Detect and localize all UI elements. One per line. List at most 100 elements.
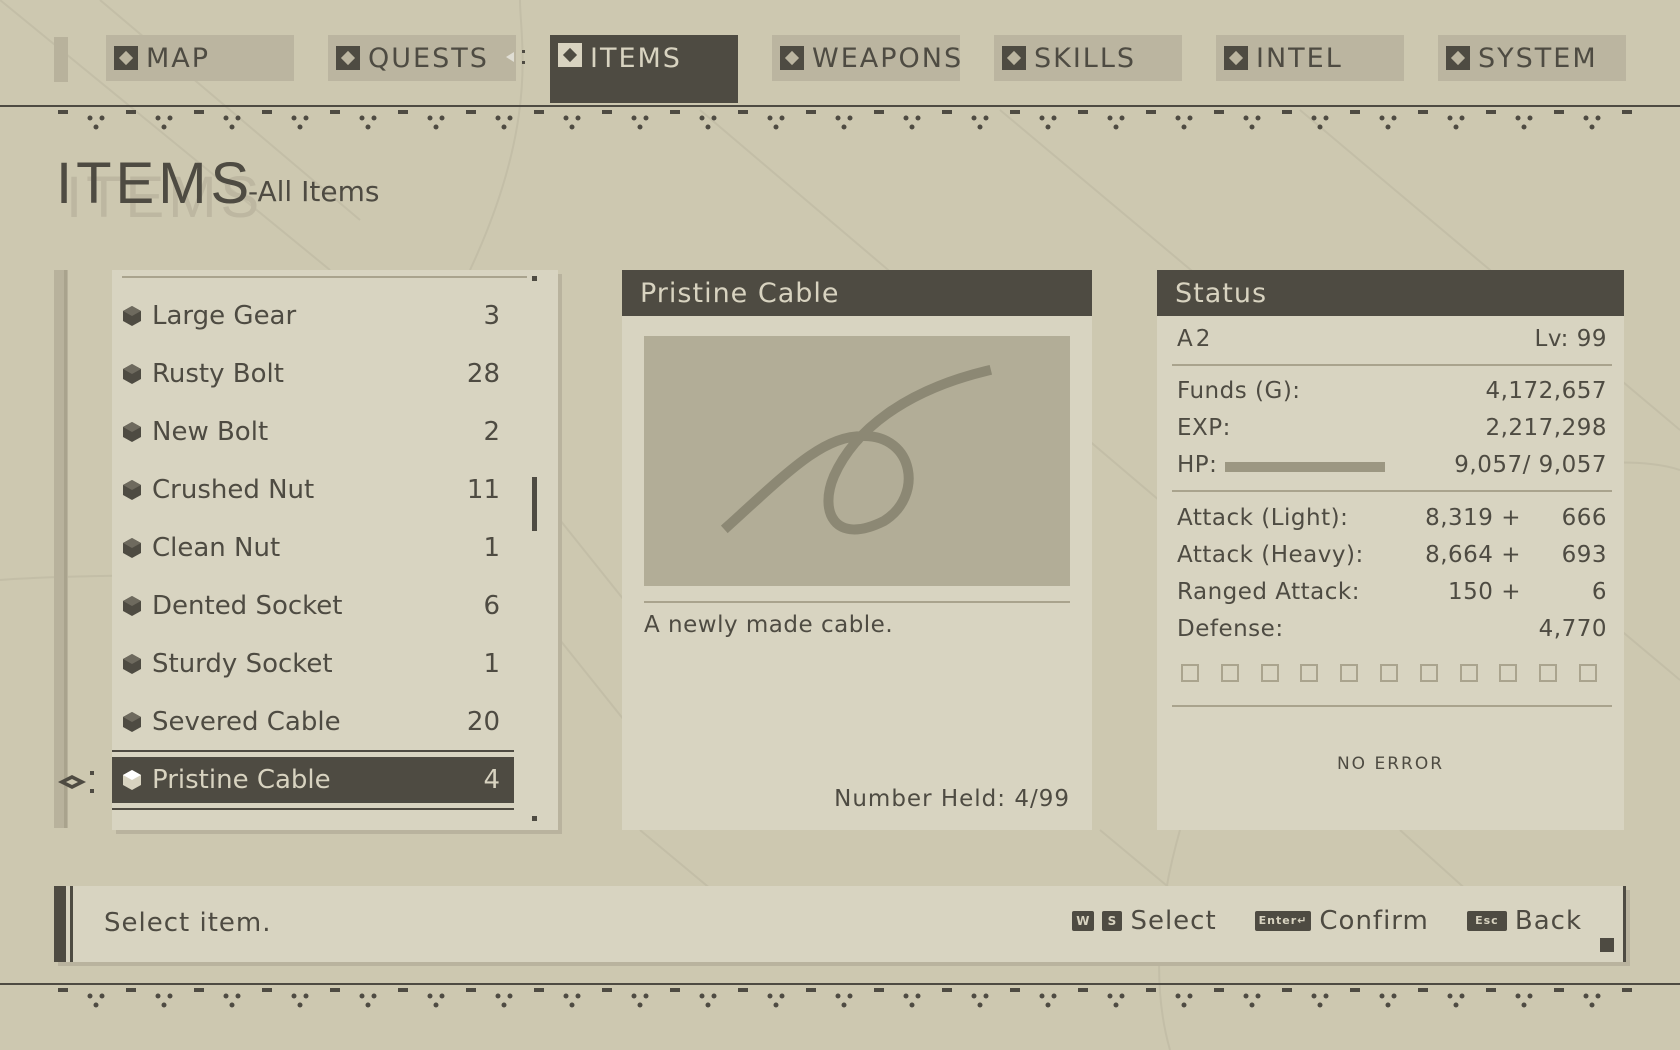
- exp-row: EXP: 2,217,298: [1177, 415, 1607, 445]
- hp-bar-fill: [1225, 462, 1385, 472]
- tab-label: ITEMS: [590, 43, 682, 74]
- selection-top-rule: [112, 750, 514, 752]
- list-item-selected[interactable]: Pristine Cable 4: [112, 757, 514, 803]
- scroll-bottom-marker: [532, 816, 537, 821]
- funds-value: 4,172,657: [1485, 378, 1607, 404]
- chip-slots: [1181, 664, 1597, 688]
- material-cube-icon: [123, 770, 141, 790]
- list-item[interactable]: Rusty Bolt 28: [112, 352, 514, 396]
- item-name: Crushed Nut: [152, 475, 315, 505]
- back-hint[interactable]: Back: [1515, 906, 1582, 936]
- item-count: 2: [483, 417, 500, 447]
- tab-label: SYSTEM: [1478, 42, 1598, 74]
- attack-heavy-bonus: 693: [1561, 542, 1607, 568]
- material-cube-icon: [123, 596, 141, 616]
- defense-value: 4,770: [1538, 616, 1607, 642]
- item-count: 11: [466, 475, 500, 505]
- material-cube-icon: [123, 422, 141, 442]
- weapons-icon: [780, 46, 804, 70]
- list-side-bar: [54, 270, 68, 828]
- tab-system[interactable]: SYSTEM: [1438, 35, 1626, 81]
- detail-title: Pristine Cable: [622, 270, 1092, 316]
- tab-map[interactable]: MAP: [106, 35, 294, 81]
- item-name: Rusty Bolt: [152, 359, 284, 389]
- scroll-top-marker: [532, 276, 537, 281]
- intel-icon: [1224, 46, 1248, 70]
- tab-skills[interactable]: SKILLS: [994, 35, 1182, 81]
- chip-slot: [1499, 664, 1518, 682]
- list-item[interactable]: Severed Cable 20: [112, 700, 514, 744]
- attack-light-base: 8,319 +: [1425, 505, 1521, 531]
- attack-heavy-label: Attack (Heavy):: [1177, 542, 1364, 568]
- attack-light-row: Attack (Light): 8,319 + 666: [1177, 505, 1607, 535]
- tab-label: SKILLS: [1034, 42, 1137, 74]
- item-list-panel: Large Gear 3 Rusty Bolt 28 New Bolt 2 Cr…: [112, 270, 558, 830]
- chip-slot: [1300, 664, 1319, 682]
- chip-slot: [1260, 664, 1279, 682]
- list-item[interactable]: New Bolt 2: [112, 410, 514, 454]
- items-icon: [558, 43, 582, 67]
- material-cube-icon: [123, 712, 141, 732]
- top-tab-bar: MAP QUESTS ITEMS WEAPONS SKILLS INTEL SY…: [0, 35, 1680, 105]
- select-hint[interactable]: Select: [1130, 906, 1216, 936]
- tab-label: QUESTS: [368, 42, 489, 74]
- item-name: Clean Nut: [152, 533, 281, 563]
- list-item[interactable]: Sturdy Socket 1: [112, 642, 514, 686]
- tab-quests[interactable]: QUESTS: [328, 35, 516, 81]
- map-icon: [114, 46, 138, 70]
- w-key-icon: W: [1072, 911, 1095, 931]
- status-divider: [1172, 705, 1612, 707]
- ranged-label: Ranged Attack:: [1177, 579, 1360, 605]
- item-name: New Bolt: [152, 417, 269, 447]
- help-text: Select item.: [104, 908, 272, 938]
- material-cube-icon: [123, 654, 141, 674]
- confirm-hint[interactable]: Confirm: [1319, 906, 1428, 936]
- selection-bottom-rule: [112, 808, 514, 810]
- number-held: Number Held: 4/99: [834, 786, 1070, 812]
- item-count: 1: [483, 649, 500, 679]
- tab-intel[interactable]: INTEL: [1216, 35, 1404, 81]
- material-cube-icon: [123, 480, 141, 500]
- item-description: A newly made cable.: [644, 612, 894, 638]
- list-item[interactable]: Crushed Nut 11: [112, 468, 514, 512]
- character-level: Lv: 99: [1534, 326, 1607, 352]
- tab-items[interactable]: ITEMS: [550, 35, 738, 103]
- quests-icon: [336, 46, 360, 70]
- list-item[interactable]: Large Gear 3: [112, 294, 514, 338]
- item-preview: [644, 336, 1070, 586]
- tab-label: INTEL: [1256, 42, 1343, 74]
- status-message: NO ERROR: [1336, 754, 1445, 774]
- hp-bar-track: [1225, 462, 1385, 472]
- item-count: 4: [483, 765, 500, 795]
- item-name: Large Gear: [152, 301, 297, 331]
- detail-divider: [644, 601, 1070, 603]
- skills-icon: [1002, 46, 1026, 70]
- status-title: Status: [1157, 270, 1624, 316]
- ranged-base: 150 +: [1448, 579, 1521, 605]
- footer-dot-pattern: [58, 988, 1632, 1008]
- ranged-row: Ranged Attack: 150 + 6: [1177, 579, 1607, 609]
- tab-weapons[interactable]: WEAPONS: [772, 35, 961, 81]
- enter-key-icon: Enter↵: [1254, 911, 1312, 931]
- item-count: 3: [483, 301, 500, 331]
- funds-row: Funds (G): 4,172,657: [1177, 378, 1607, 408]
- item-name: Sturdy Socket: [152, 649, 333, 679]
- exp-label: EXP:: [1177, 415, 1231, 441]
- page-subtitle: -All Items: [248, 175, 380, 208]
- page-title: ITEMS: [56, 151, 254, 216]
- item-count: 20: [466, 707, 500, 737]
- material-cube-icon: [123, 538, 141, 558]
- list-item[interactable]: Clean Nut 1: [112, 526, 514, 570]
- ranged-bonus: 6: [1591, 579, 1607, 605]
- material-cube-icon: [123, 364, 141, 384]
- defense-row: Defense: 4,770: [1177, 616, 1607, 646]
- item-detail-panel: Pristine Cable A newly made cable. Numbe…: [622, 270, 1092, 830]
- item-count: 1: [483, 533, 500, 563]
- list-scrollbar[interactable]: [532, 477, 537, 531]
- chip-slot: [1419, 664, 1438, 682]
- exp-value: 2,217,298: [1485, 415, 1607, 441]
- chip-slot: [1181, 664, 1199, 682]
- character-row: A2 Lv: 99: [1177, 326, 1607, 356]
- list-item[interactable]: Dented Socket 6: [112, 584, 514, 628]
- status-panel: Status A2 Lv: 99 Funds (G): 4,172,657 EX…: [1157, 270, 1624, 830]
